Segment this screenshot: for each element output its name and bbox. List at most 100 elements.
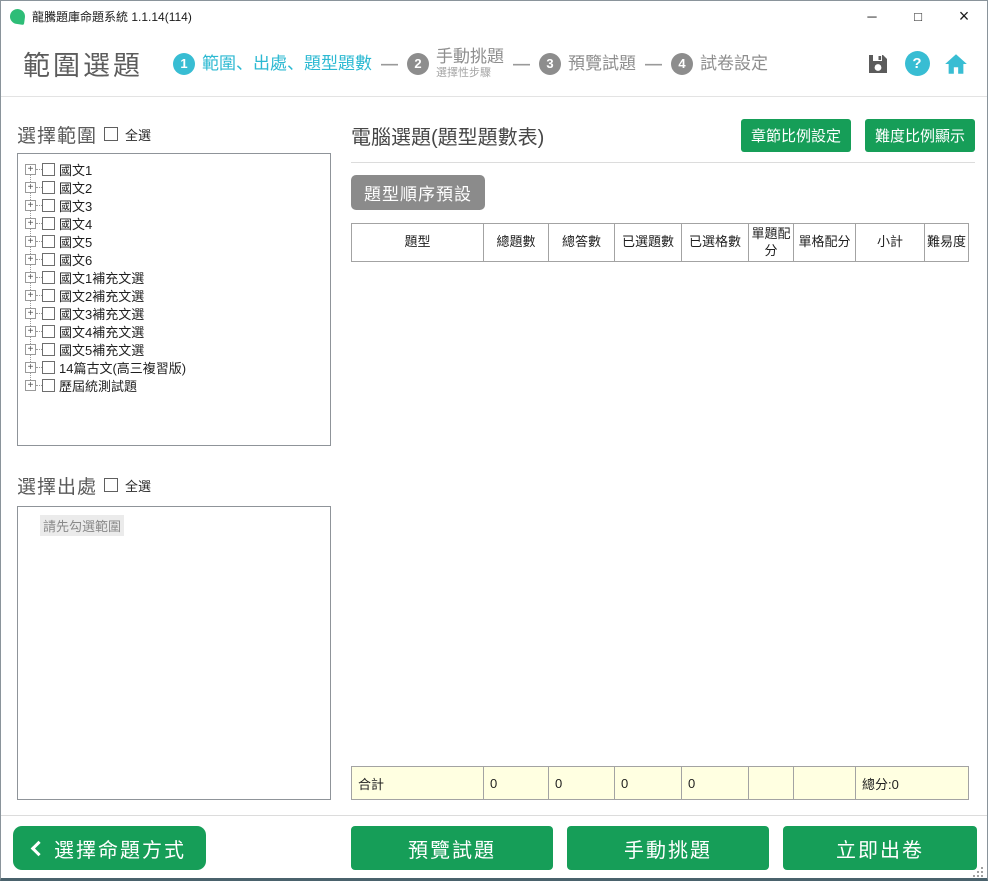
range-select-all-checkbox[interactable] <box>104 127 118 141</box>
expand-icon[interactable]: + <box>25 326 36 337</box>
expand-icon[interactable]: + <box>25 164 36 175</box>
source-placeholder: 請先勾選範圍 <box>40 515 124 536</box>
tree-item-checkbox[interactable] <box>42 289 55 302</box>
step-2-label: 手動挑題 <box>436 47 504 67</box>
range-select-all-label[interactable]: 全選 <box>125 125 151 144</box>
step-4-number: 4 <box>671 53 693 75</box>
tree-item-label[interactable]: 國文4補充文選 <box>59 322 144 341</box>
tree-item-label[interactable]: 國文2補充文選 <box>59 286 144 305</box>
close-button[interactable]: × <box>941 1 987 31</box>
tree-item[interactable]: + 國文1補充文選 <box>18 268 330 286</box>
tree-item-checkbox[interactable] <box>42 343 55 356</box>
step-separator: — <box>381 54 398 74</box>
manual-pick-button[interactable]: 手動挑題 <box>567 826 769 870</box>
minimize-button[interactable]: ─ <box>849 1 895 31</box>
expand-icon[interactable]: + <box>25 344 36 355</box>
help-icon[interactable]: ? <box>904 51 930 77</box>
chapter-ratio-button[interactable]: 章節比例設定 <box>741 119 851 152</box>
step-2-number: 2 <box>407 53 429 75</box>
tree-item-checkbox[interactable] <box>42 181 55 194</box>
tree-item-checkbox[interactable] <box>42 199 55 212</box>
maximize-button[interactable]: □ <box>895 1 941 31</box>
expand-icon[interactable]: + <box>25 254 36 265</box>
tree-item-checkbox[interactable] <box>42 163 55 176</box>
tree-item[interactable]: + 國文2補充文選 <box>18 286 330 304</box>
tree-item-label[interactable]: 國文2 <box>59 178 92 197</box>
step-separator: — <box>513 54 530 74</box>
expand-icon[interactable]: + <box>25 182 36 193</box>
table-header-cell: 單題配分 <box>749 224 794 262</box>
table-header-cell: 單格配分 <box>794 224 856 262</box>
tree-item-checkbox[interactable] <box>42 217 55 230</box>
tree-item-checkbox[interactable] <box>42 307 55 320</box>
divider <box>351 162 975 163</box>
expand-icon[interactable]: + <box>25 272 36 283</box>
table-header-cell: 小計 <box>856 224 925 262</box>
tree-item[interactable]: + 國文4補充文選 <box>18 322 330 340</box>
tree-item[interactable]: + 國文3補充文選 <box>18 304 330 322</box>
app-logo-icon <box>9 8 26 25</box>
page-header: 範圍選題 1 範圍、出處、題型題數 — 2 手動挑題 選擇性步驟 — 3 <box>1 31 987 97</box>
step-1-number: 1 <box>173 53 195 75</box>
home-icon[interactable] <box>943 51 969 77</box>
generate-paper-button[interactable]: 立即出卷 <box>783 826 977 870</box>
back-button[interactable]: 選擇命題方式 <box>13 826 206 870</box>
total-questions-cell: 0 <box>484 767 549 800</box>
tree-item-label[interactable]: 14篇古文(高三複習版) <box>59 358 186 377</box>
step-2-sublabel: 選擇性步驟 <box>436 67 504 80</box>
table-header-cell: 總題數 <box>484 224 549 262</box>
tree-item[interactable]: + 國文5補充文選 <box>18 340 330 358</box>
type-order-button[interactable]: 題型順序預設 <box>351 175 485 210</box>
step-1: 1 範圍、出處、題型題數 <box>173 53 372 75</box>
tree-item-checkbox[interactable] <box>42 325 55 338</box>
expand-icon[interactable]: + <box>25 308 36 319</box>
source-section-title: 選擇出處 <box>17 472 97 499</box>
expand-icon[interactable]: + <box>25 236 36 247</box>
tree-item[interactable]: + 國文6 <box>18 250 330 268</box>
difficulty-ratio-button[interactable]: 難度比例顯示 <box>865 119 975 152</box>
tree-item[interactable]: + 國文4 <box>18 214 330 232</box>
expand-icon[interactable]: + <box>25 218 36 229</box>
total-score-cell: 總分:0 <box>856 767 969 800</box>
tree-item[interactable]: + 國文2 <box>18 178 330 196</box>
tree-item-checkbox[interactable] <box>42 379 55 392</box>
step-3-label: 預覽試題 <box>568 54 636 74</box>
tree-item[interactable]: + 國文5 <box>18 232 330 250</box>
source-list[interactable]: 請先勾選範圍 <box>17 506 331 800</box>
tree-item-checkbox[interactable] <box>42 361 55 374</box>
page-title: 範圍選題 <box>23 44 143 83</box>
expand-icon[interactable]: + <box>25 380 36 391</box>
tree-item[interactable]: + 14篇古文(高三複習版) <box>18 358 330 376</box>
expand-icon[interactable]: + <box>25 362 36 373</box>
source-select-all-label[interactable]: 全選 <box>125 476 151 495</box>
tree-item-label[interactable]: 國文3補充文選 <box>59 304 144 323</box>
tree-item-label[interactable]: 國文1 <box>59 160 92 179</box>
save-icon[interactable] <box>865 51 891 77</box>
preview-questions-button[interactable]: 預覽試題 <box>351 826 553 870</box>
table-header-cell: 難易度 <box>925 224 969 262</box>
total-answers-cell: 0 <box>549 767 615 800</box>
tree-item-label[interactable]: 國文6 <box>59 250 92 269</box>
tree-item-label[interactable]: 國文1補充文選 <box>59 268 144 287</box>
range-section-title: 選擇範圍 <box>17 121 97 148</box>
source-select-all-checkbox[interactable] <box>104 478 118 492</box>
tree-item-checkbox[interactable] <box>42 271 55 284</box>
expand-icon[interactable]: + <box>25 290 36 301</box>
table-header-cell: 已選格數 <box>682 224 749 262</box>
total-label-cell: 合計 <box>352 767 484 800</box>
tree-item-label[interactable]: 國文4 <box>59 214 92 233</box>
tree-item-label[interactable]: 國文5補充文選 <box>59 340 144 359</box>
tree-item[interactable]: + 國文1 <box>18 160 330 178</box>
step-3-number: 3 <box>539 53 561 75</box>
tree-item-checkbox[interactable] <box>42 235 55 248</box>
tree-item-label[interactable]: 國文5 <box>59 232 92 251</box>
tree-item[interactable]: + 國文3 <box>18 196 330 214</box>
tree-item[interactable]: + 歷屆統測試題 <box>18 376 330 394</box>
wizard-steps: 1 範圍、出處、題型題數 — 2 手動挑題 選擇性步驟 — 3 預覽試題 <box>173 47 768 79</box>
tree-item-label[interactable]: 國文3 <box>59 196 92 215</box>
expand-icon[interactable]: + <box>25 200 36 211</box>
range-tree[interactable]: + 國文1 + 國文2 <box>17 153 331 446</box>
tree-item-label[interactable]: 歷屆統測試題 <box>59 376 137 395</box>
resize-grip-icon[interactable] <box>981 875 983 877</box>
tree-item-checkbox[interactable] <box>42 253 55 266</box>
